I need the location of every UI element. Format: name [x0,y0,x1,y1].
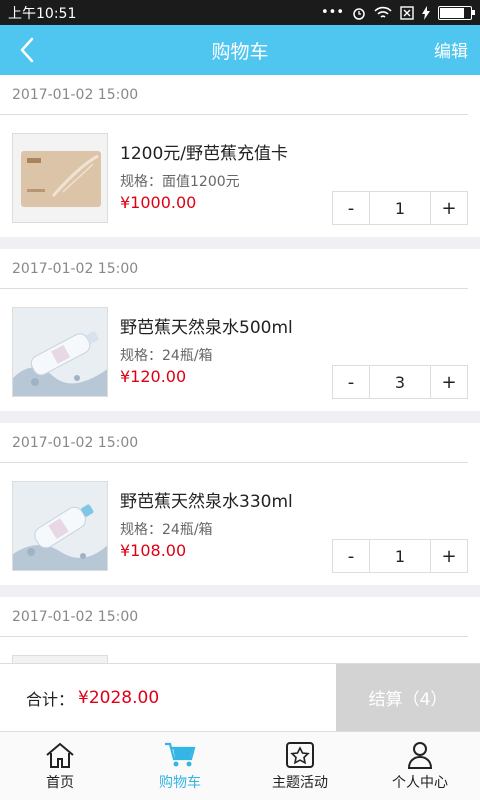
tab-label: 首页 [46,774,74,791]
quantity-value[interactable]: 3 [369,366,431,398]
water-bottle-image [13,482,107,570]
order-date: 2017-01-02 15:00 [0,423,468,463]
product-image[interactable] [12,307,108,397]
app-header: 购物车 编辑 [0,25,480,75]
tab-profile[interactable]: 个人中心 [360,732,480,800]
cart-icon [165,742,196,766]
dots-icon: ••• [320,5,344,20]
product-image[interactable] [12,133,108,223]
quantity-stepper: - 1 + [332,539,468,573]
charging-icon [422,5,430,20]
tab-label: 个人中心 [392,774,448,791]
product-spec: 规格：24瓶/箱 [120,348,213,364]
product-spec: 规格：面值1200元 [120,174,240,190]
cart-group: 2017-01-02 15:00 1200元/野芭蕉充值卡 规格：面值1200元… [0,75,480,237]
chevron-left-icon [20,37,34,63]
status-bar: 上午10:51 ••• [0,0,480,25]
product-name[interactable]: 野芭蕉天然泉水330ml [120,487,293,512]
tab-label: 购物车 [159,774,201,791]
back-button[interactable] [10,33,44,67]
increase-button[interactable]: + [431,366,467,398]
battery-icon [438,5,475,20]
tab-label: 主题活动 [272,774,328,791]
cart-group: 2017-01-02 15:00 野芭蕉天然泉水330ml 规格：24瓶/箱 ¥… [0,423,480,585]
product-price: ¥120.00 [120,367,187,386]
gift-card-image [13,134,107,222]
increase-button[interactable]: + [431,192,467,224]
quantity-stepper: - 3 + [332,365,468,399]
quantity-value[interactable]: 1 [369,540,431,572]
cart-list[interactable]: 2017-01-02 15:00 1200元/野芭蕉充值卡 规格：面值1200元… [0,75,480,663]
product-name[interactable]: 野芭蕉天然泉水500ml [120,313,293,338]
decrease-button[interactable]: - [333,540,369,572]
product-spec: 规格：24瓶/箱 [120,522,213,538]
order-date: 2017-01-02 15:00 [0,597,468,637]
decrease-button[interactable]: - [333,366,369,398]
checkout-bar: 合计： ¥2028.00 结算（4） [0,663,480,731]
cart-group: 2017-01-02 15:00 [0,597,480,663]
cart-item[interactable]: 野芭蕉天然泉水330ml 规格：24瓶/箱 ¥108.00 - 1 + [0,463,480,585]
alarm-icon [353,7,365,20]
home-icon [46,742,74,768]
tab-cart[interactable]: 购物车 [120,732,240,800]
quantity-stepper: - 1 + [332,191,468,225]
edit-button[interactable]: 编辑 [434,37,468,62]
product-image[interactable] [12,481,108,571]
person-icon [407,741,433,769]
decrease-button[interactable]: - [333,192,369,224]
wifi-icon [374,6,392,18]
water-bottle-image [13,308,107,396]
quantity-value[interactable]: 1 [369,192,431,224]
cart-group: 2017-01-02 15:00 野芭蕉天然泉水500ml 规格：24瓶/箱 ¥… [0,249,480,411]
bottom-tab-bar: 首页 购物车 主题活动 个人中心 [0,731,480,800]
cart-item[interactable]: 1200元/野芭蕉充值卡 规格：面值1200元 ¥1000.00 - 1 + [0,115,480,237]
no-sim-icon [400,5,414,20]
increase-button[interactable]: + [431,540,467,572]
product-price: ¥108.00 [120,541,187,560]
order-date: 2017-01-02 15:00 [0,75,468,115]
tab-home[interactable]: 首页 [0,732,120,800]
order-date: 2017-01-02 15:00 [0,249,468,289]
cart-item[interactable] [0,637,480,663]
status-icons: ••• [320,5,475,20]
total-amount: ¥2028.00 [78,687,160,708]
product-name[interactable]: 1200元/野芭蕉充值卡 [120,139,288,164]
star-box-icon [286,741,314,768]
status-time: 上午10:51 [8,5,77,22]
tab-activities[interactable]: 主题活动 [240,732,360,800]
checkout-button[interactable]: 结算（4） [336,664,480,731]
product-price: ¥1000.00 [120,193,197,212]
product-image[interactable] [12,655,108,663]
cart-item[interactable]: 野芭蕉天然泉水500ml 规格：24瓶/箱 ¥120.00 - 3 + [0,289,480,411]
total-summary: 合计： ¥2028.00 [0,664,336,731]
page-title: 购物车 [211,40,269,63]
total-label: 合计： [26,689,75,709]
